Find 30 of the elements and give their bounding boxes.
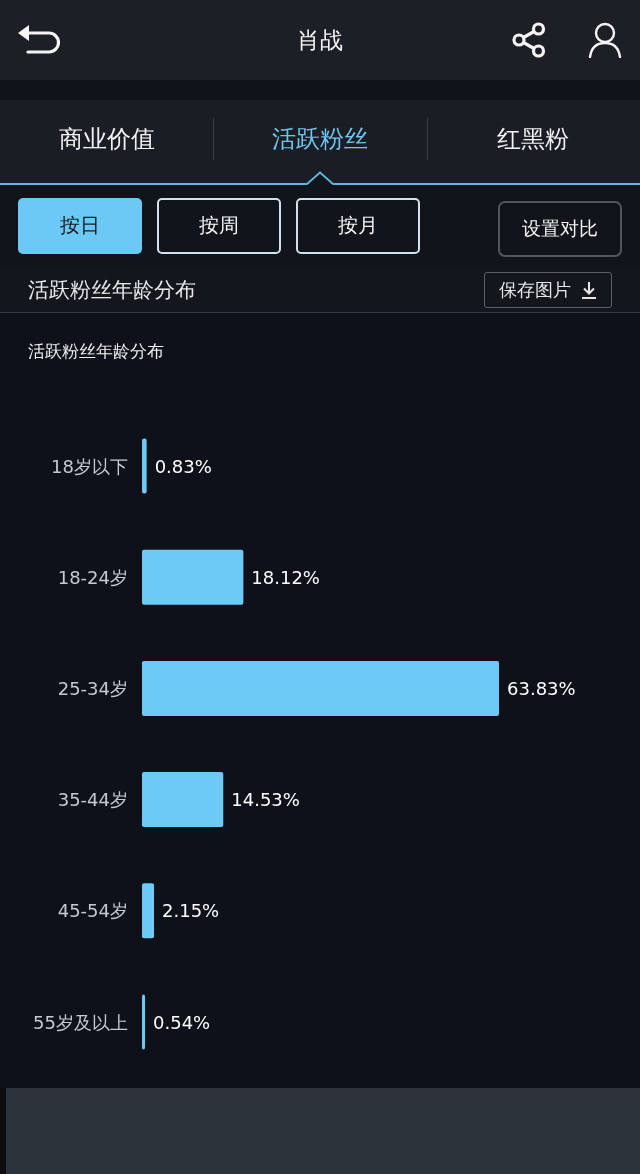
- user-icon[interactable]: [588, 22, 622, 58]
- tab[interactable]: 红黑粉: [426, 100, 640, 183]
- category-label: 18-24岁: [57, 566, 128, 588]
- value-label: 14.53%: [231, 789, 300, 811]
- period-button[interactable]: 按日: [18, 197, 142, 254]
- period-button[interactable]: 按周: [157, 197, 281, 254]
- value-label: 2.15%: [162, 900, 220, 922]
- value-label: 18.12%: [251, 566, 320, 588]
- section-title: 活跃粉丝年龄分布: [28, 277, 196, 304]
- category-label: 35-44岁: [57, 789, 128, 811]
- age-bar: [142, 438, 147, 494]
- back-icon[interactable]: [18, 24, 60, 56]
- tab[interactable]: 商业价值: [0, 100, 214, 183]
- category-label: 55岁及以上: [33, 1011, 128, 1033]
- share-icon[interactable]: [512, 22, 546, 58]
- age-bar: [142, 883, 154, 939]
- download-icon: [581, 281, 597, 299]
- save-image-button[interactable]: 保存图片: [484, 272, 612, 308]
- category-label: 25-34岁: [57, 677, 128, 699]
- period-button[interactable]: 按月: [296, 197, 420, 254]
- value-label: 63.83%: [507, 677, 576, 699]
- value-label: 0.54%: [153, 1011, 211, 1033]
- age-bar: [142, 994, 145, 1050]
- page-title: 肖战: [297, 26, 343, 55]
- category-label: 18岁以下: [51, 455, 128, 477]
- tab[interactable]: 活跃粉丝: [213, 100, 427, 183]
- chart-title: 活跃粉丝年龄分布: [28, 340, 164, 363]
- category-label: 45-54岁: [57, 900, 128, 922]
- compare-button[interactable]: 设置对比: [498, 200, 622, 257]
- value-label: 0.83%: [154, 455, 212, 477]
